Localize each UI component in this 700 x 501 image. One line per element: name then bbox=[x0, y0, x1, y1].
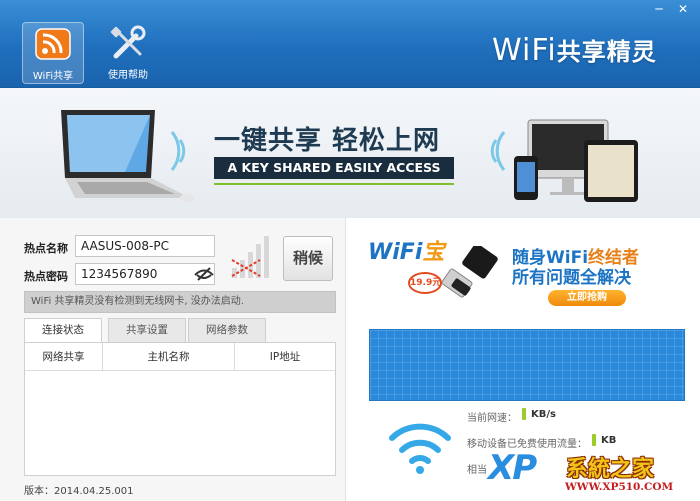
usb-wifi-dongle-icon bbox=[441, 246, 498, 298]
speed-indicator bbox=[522, 408, 526, 420]
title-bar: ─ ✕ WiFi共享 使用帮助 WiFi共享精灵 bbox=[0, 0, 700, 88]
minimize-button[interactable]: ─ bbox=[650, 2, 668, 16]
tab-network-params[interactable]: 网络参数 bbox=[188, 318, 266, 342]
buy-now-button[interactable]: 立即抢购 bbox=[548, 290, 626, 306]
toolbar-item-wifi-share[interactable]: WiFi共享 bbox=[22, 22, 84, 84]
traffic-graph bbox=[369, 329, 685, 401]
banner-subtitle: A KEY SHARED EASILY ACCESS bbox=[214, 157, 454, 179]
start-button[interactable]: 稍候 bbox=[283, 236, 333, 281]
devices-illustration bbox=[514, 119, 638, 202]
status-message: WiFi 共享精灵没有检测到无线网卡, 没办法启动. bbox=[24, 291, 336, 313]
ad-tagline: 所有问题全解决 bbox=[512, 268, 631, 288]
wrench-screwdriver-icon bbox=[110, 25, 146, 59]
watermark-xp: XP bbox=[488, 448, 537, 488]
wifi-waves-right-icon bbox=[490, 131, 506, 171]
toolbar-item-label: 使用帮助 bbox=[108, 70, 148, 81]
mobile-traffic-indicator bbox=[592, 434, 596, 446]
tab-bar: 连接状态 共享设置 网络参数 bbox=[24, 318, 336, 343]
saved-label: 相当 bbox=[467, 465, 487, 476]
table-header: 网络共享 主机名称 IP地址 bbox=[25, 343, 335, 371]
column-header[interactable]: 网络共享 bbox=[25, 343, 103, 371]
toolbar-item-label: WiFi共享 bbox=[32, 71, 74, 82]
speed-label: 当前网速： bbox=[467, 413, 517, 424]
toolbar-item-help[interactable]: 使用帮助 bbox=[97, 22, 159, 84]
ssid-input[interactable] bbox=[75, 235, 215, 257]
ad-logo: WiFi宝 bbox=[368, 240, 445, 265]
ad-price-badge: 19.9元 bbox=[408, 272, 442, 294]
connection-table: 网络共享 主机名称 IP地址 bbox=[24, 342, 336, 476]
version-label: 版本：2014.04.25.001 bbox=[24, 486, 134, 497]
close-button[interactable]: ✕ bbox=[674, 2, 692, 16]
wifi-signal-icon bbox=[389, 423, 451, 474]
column-header[interactable]: IP地址 bbox=[235, 343, 335, 371]
watermark-url: WWW.XP510.COM bbox=[565, 481, 674, 493]
speed-unit: KB/s bbox=[531, 409, 556, 420]
banner-divider bbox=[214, 183, 454, 185]
banner-title: 一键共享 轻松上网 bbox=[214, 126, 441, 156]
watermark-cn: 系統之家 bbox=[566, 457, 655, 482]
brand-logo: WiFi共享精灵 bbox=[492, 33, 657, 68]
wifi-waves-left-icon bbox=[170, 131, 186, 171]
password-label: 热点密码 bbox=[24, 270, 68, 283]
tab-connection-status[interactable]: 连接状态 bbox=[24, 318, 102, 343]
mobile-traffic-unit: KB bbox=[601, 435, 617, 446]
hide-password-icon[interactable] bbox=[194, 266, 214, 282]
banner: 一键共享 轻松上网 A KEY SHARED EASILY ACCESS bbox=[0, 88, 700, 218]
no-signal-icon bbox=[231, 236, 269, 278]
ssid-label: 热点名称 bbox=[24, 242, 68, 255]
rss-wifi-icon bbox=[35, 28, 71, 60]
column-header[interactable]: 主机名称 bbox=[103, 343, 235, 371]
tab-share-settings[interactable]: 共享设置 bbox=[108, 318, 186, 342]
